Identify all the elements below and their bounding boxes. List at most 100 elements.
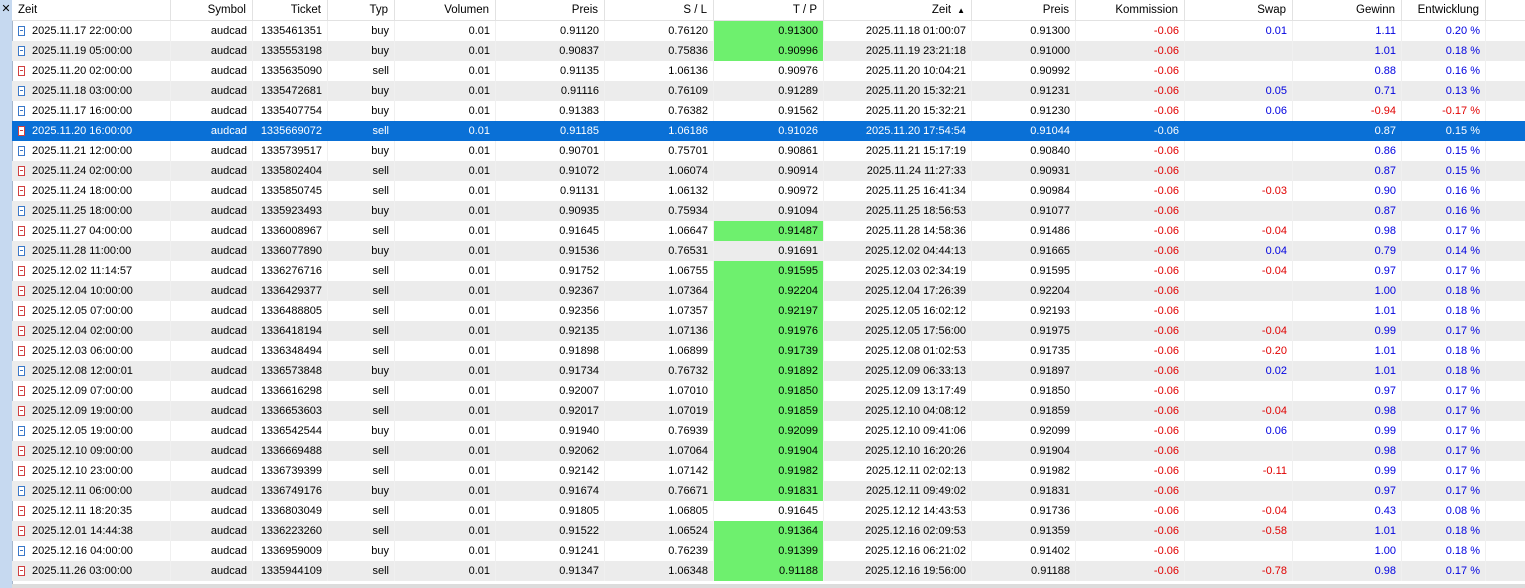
cell-text: -0.06 (1153, 285, 1179, 297)
table-row[interactable]: 2025.12.03 06:00:00 audcad 1336348494 sell 0… (12, 341, 1525, 361)
table-row[interactable]: 2025.11.24 18:00:00 audcad 1335850745 sell 0… (12, 181, 1525, 201)
cell-sl: 1.06899 (605, 341, 714, 361)
deal-document-icon (18, 226, 25, 236)
col-header-symbol[interactable]: Symbol (171, 0, 253, 20)
table-row[interactable]: 2025.12.09 19:00:00 audcad 1336653603 sell 0… (12, 401, 1525, 421)
cell-text: 0.97 (1374, 265, 1396, 277)
table-row[interactable]: 2025.12.10 23:00:00 audcad 1336739399 sell 0… (12, 461, 1525, 481)
cell-text: 0.17 % (1445, 405, 1480, 417)
cell-text: 0.16 % (1445, 65, 1480, 77)
cell-text: audcad (210, 425, 247, 437)
table-row[interactable]: 2025.12.09 07:00:00 audcad 1336616298 sell 0… (12, 381, 1525, 401)
close-icon[interactable]: ✕ (1, 3, 11, 15)
cell-text: audcad (210, 225, 247, 237)
cell-text: 1.01 (1374, 305, 1396, 317)
table-row[interactable]: 2025.12.02 11:14:57 audcad 1336276716 sell 0… (12, 261, 1525, 281)
table-row[interactable]: 2025.11.26 03:00:00 audcad 1335944109 sell 0… (12, 561, 1525, 581)
col-header-swap[interactable]: Swap (1185, 0, 1293, 20)
cell-symbol: audcad (171, 501, 253, 521)
cell-text: 0.91595 (1030, 265, 1070, 277)
cell-close-time: 2025.12.04 17:26:39 (824, 281, 972, 301)
cell-close-price: 0.91486 (972, 221, 1076, 241)
table-row[interactable]: 2025.11.21 12:00:00 audcad 1335739517 buy 0.… (12, 141, 1525, 161)
cell-text: 1.06132 (668, 185, 708, 197)
cell-text: 0.01 (468, 45, 490, 57)
col-header-ticket[interactable]: Ticket (253, 0, 328, 20)
table-row[interactable]: 2025.12.08 12:00:01 audcad 1336573848 buy 0.… (12, 361, 1525, 381)
table-row[interactable]: 2025.11.25 18:00:00 audcad 1335923493 buy 0.… (12, 201, 1525, 221)
cell-text: 0.92142 (559, 465, 599, 477)
table-row[interactable]: 2025.11.28 11:00:00 audcad 1336077890 buy 0.… (12, 241, 1525, 261)
deal-document-icon (18, 246, 25, 256)
cell-change: 0.18 % (1402, 361, 1486, 381)
col-header-tp[interactable]: T / P (714, 0, 824, 20)
col-header-sl[interactable]: S / L (605, 0, 714, 20)
horizontal-scrollbar[interactable] (12, 584, 1525, 588)
table-row[interactable]: 2025.12.05 07:00:00 audcad 1336488805 sell 0… (12, 301, 1525, 321)
cell-volume: 0.01 (395, 81, 496, 101)
col-header-change[interactable]: Entwicklung (1402, 0, 1486, 20)
cell-commission: -0.06 (1076, 381, 1185, 401)
table-row[interactable]: 2025.11.17 22:00:00 audcad 1335461351 buy 0.… (12, 21, 1525, 41)
table-row[interactable]: 2025.11.20 16:00:00 audcad 1335669072 sell 0… (12, 121, 1525, 141)
cell-text: 1.06074 (668, 165, 708, 177)
cell-text: 2025.12.11 09:49:02 (865, 485, 966, 497)
cell-text: 0.91892 (778, 365, 818, 377)
cell-sl: 0.76531 (605, 241, 714, 261)
cell-change: 0.16 % (1402, 201, 1486, 221)
col-label: Ticket (290, 4, 321, 16)
table-row[interactable]: 2025.12.04 10:00:00 audcad 1336429377 sell 0… (12, 281, 1525, 301)
table-row[interactable]: 2025.12.16 04:00:00 audcad 1336959009 buy 0.… (12, 541, 1525, 561)
table-row[interactable]: 2025.12.01 14:44:38 audcad 1336223260 sell 0… (12, 521, 1525, 541)
cell-text: 2025.11.24 11:27:33 (866, 165, 966, 177)
col-header-close-time[interactable]: Zeit ▲ (824, 0, 972, 20)
cell-text: 1.00 (1374, 285, 1396, 297)
cell-commission: -0.06 (1076, 101, 1185, 121)
table-row[interactable]: 2025.11.24 02:00:00 audcad 1335802404 sell 0… (12, 161, 1525, 181)
cell-text: 1.11 (1375, 25, 1396, 37)
col-header-profit[interactable]: Gewinn (1293, 0, 1402, 20)
cell-sl: 0.76939 (605, 421, 714, 441)
cell-close-time: 2025.12.11 09:49:02 (824, 481, 972, 501)
table-row[interactable]: 2025.11.18 03:00:00 audcad 1335472681 buy 0.… (12, 81, 1525, 101)
cell-open-price: 0.91940 (496, 421, 605, 441)
cell-tp: 0.91487 (714, 221, 824, 241)
cell-commission: -0.06 (1076, 401, 1185, 421)
col-header-open-time[interactable]: Zeit (12, 0, 171, 20)
col-header-volume[interactable]: Volumen (395, 0, 496, 20)
cell-commission: -0.06 (1076, 241, 1185, 261)
table-row[interactable]: 2025.11.20 02:00:00 audcad 1335635090 sell 0… (12, 61, 1525, 81)
cell-close-price: 0.91231 (972, 81, 1076, 101)
cell-text: 0.91026 (778, 125, 818, 137)
col-header-close-price[interactable]: Preis (972, 0, 1076, 20)
cell-text: 0.90935 (559, 205, 599, 217)
cell-type: sell (328, 61, 395, 81)
cell-close-time: 2025.11.18 01:00:07 (824, 21, 972, 41)
table-row[interactable]: 2025.12.11 06:00:00 audcad 1336749176 buy 0.… (12, 481, 1525, 501)
table-row[interactable]: 2025.11.17 16:00:00 audcad 1335407754 buy 0.… (12, 101, 1525, 121)
col-header-open-price[interactable]: Preis (496, 0, 605, 20)
cell-text: 1.06136 (668, 65, 708, 77)
cell-text: audcad (210, 365, 247, 377)
col-label: Gewinn (1356, 4, 1395, 16)
cell-sl: 0.76382 (605, 101, 714, 121)
cell-text: 0.06 (1265, 105, 1287, 117)
cell-text: -0.06 (1153, 245, 1179, 257)
col-header-commission[interactable]: Kommission (1076, 0, 1185, 20)
cell-text: 1336488805 (260, 305, 322, 317)
cell-tp: 0.91831 (714, 481, 824, 501)
cell-text: 2025.12.16 19:56:00 (865, 565, 966, 577)
cell-text: 2025.12.08 12:00:01 (32, 365, 133, 377)
table-row[interactable]: 2025.11.27 04:00:00 audcad 1336008967 sell 0… (12, 221, 1525, 241)
cell-text: -0.06 (1153, 165, 1179, 177)
cell-swap (1185, 281, 1293, 301)
table-row[interactable]: 2025.12.11 18:20:35 audcad 1336803049 sell 0… (12, 501, 1525, 521)
table-row[interactable]: 2025.12.04 02:00:00 audcad 1336418194 sell 0… (12, 321, 1525, 341)
table-row[interactable]: 2025.12.10 09:00:00 audcad 1336669488 sell 0… (12, 441, 1525, 461)
col-header-type[interactable]: Typ (328, 0, 395, 20)
table-row[interactable]: 2025.11.19 05:00:00 audcad 1335553198 buy 0.… (12, 41, 1525, 61)
cell-commission: -0.06 (1076, 561, 1185, 581)
deal-document-icon (18, 66, 25, 76)
cell-text: 2025.11.25 18:00:00 (32, 205, 133, 217)
table-row[interactable]: 2025.12.05 19:00:00 audcad 1336542544 buy 0.… (12, 421, 1525, 441)
